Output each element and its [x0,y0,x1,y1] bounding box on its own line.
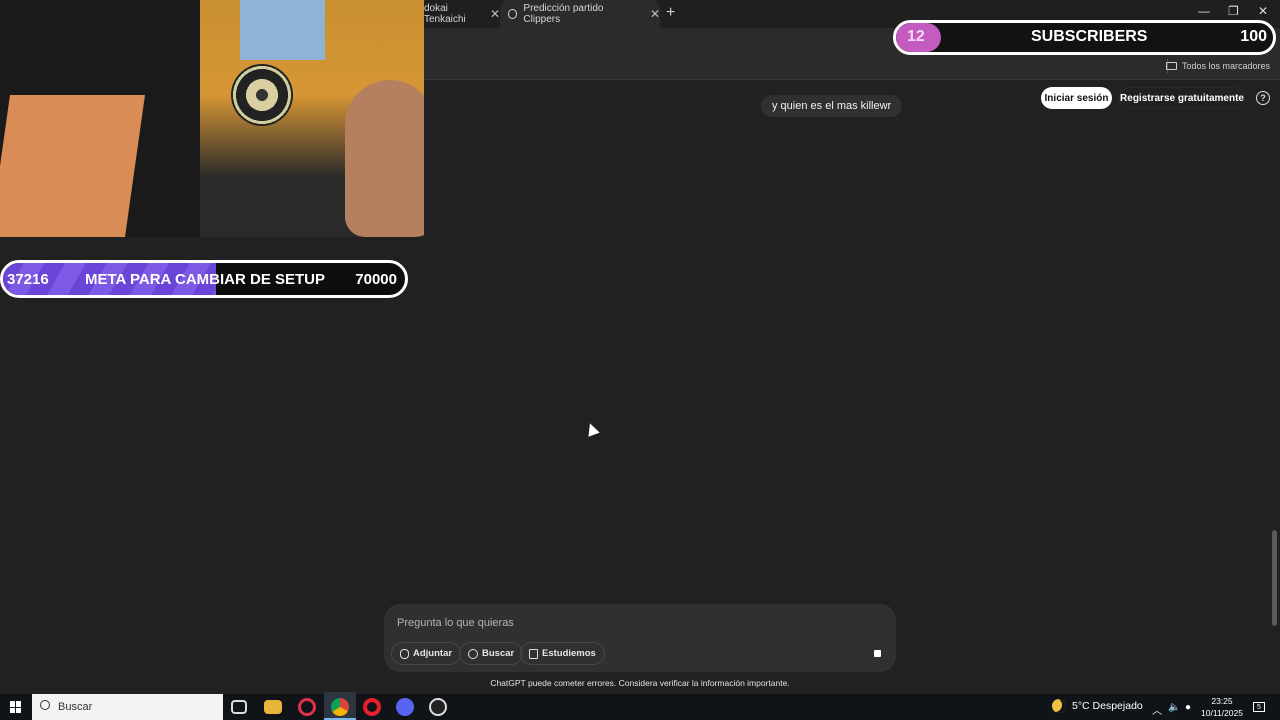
clock[interactable]: 23:25 10/11/2025 [1199,695,1245,719]
signup-button[interactable]: Registrarse gratuitamente [1119,87,1245,109]
subscriber-current: 12 [907,28,925,45]
search-icon [40,700,50,710]
subscriber-title: SUBSCRIBERS [1031,28,1148,45]
webcam-poster [240,0,325,60]
obs-icon[interactable] [429,698,447,716]
tab-prediccion[interactable]: Predicción partido Clippers ✕ [500,0,660,28]
chrome-icon[interactable] [331,698,349,716]
tab-label: Predicción partido Clippers [523,3,604,25]
date: 10/11/2025 [1201,708,1243,718]
chevron-up-icon[interactable]: ︿ [1152,702,1162,717]
close-icon[interactable]: ✕ [650,7,660,21]
attach-button[interactable]: Adjuntar [391,642,462,665]
subscriber-progress-bar: 12 SUBSCRIBERS 100 [893,20,1276,55]
tab-tenkaichi[interactable]: dokai Tenkaichi ✕ [424,0,500,28]
close-icon[interactable]: ✕ [490,7,500,21]
window-close-button[interactable]: ✕ [1258,4,1268,18]
search-label: Buscar [482,648,515,659]
windows-start-icon[interactable] [10,701,22,713]
book-icon [529,648,538,659]
file-explorer-icon[interactable] [264,700,282,714]
search-button[interactable]: Buscar [459,642,524,665]
subscriber-target: 100 [1240,28,1267,45]
webcam-pc-case [0,95,145,237]
weather-label: 5°C Despejado [1072,700,1143,712]
prompt-input[interactable] [397,615,857,631]
stop-button[interactable] [866,642,888,664]
time: 23:25 [1211,696,1233,706]
scrollbar[interactable] [1272,530,1277,626]
notifications-icon[interactable]: 5 [1253,702,1265,712]
stop-icon [873,649,881,657]
dartboard [231,64,293,126]
streamer [345,80,424,237]
weather-widget[interactable]: 5°C Despejado [1052,699,1143,713]
all-bookmarks-button[interactable]: Todos los marcadores [1165,61,1270,71]
help-icon[interactable]: ? [1256,91,1270,105]
speaker-icon[interactable]: 🔈 [1168,702,1180,713]
taskbar-search[interactable]: Buscar [32,694,223,720]
minimize-button[interactable]: — [1198,4,1210,18]
webcam-overlay [0,0,424,237]
restore-button[interactable]: ❐ [1228,4,1239,18]
goal-progress-bar: 37216 META PARA CAMBIAR DE SETUP 70000 [0,260,408,298]
moon-icon [1052,699,1066,713]
paperclip-icon [400,648,409,659]
opera-icon[interactable] [363,698,381,716]
all-bookmarks-label: Todos los marcadores [1181,61,1270,71]
task-view-icon[interactable] [231,700,247,714]
study-label: Estudiemos [542,648,596,659]
opera-gx-icon[interactable] [298,698,316,716]
discord-icon[interactable] [396,698,414,716]
goal-target: 70000 [355,271,397,288]
attach-label: Adjuntar [413,648,453,659]
disclaimer: ChatGPT puede cometer errores. Considera… [490,678,790,688]
goal-title: META PARA CAMBIAR DE SETUP [85,271,325,288]
login-button[interactable]: Iniciar sesión [1041,87,1112,109]
user-message-bubble: y quien es el mas killewr [761,95,903,117]
microphone-icon[interactable]: ● [1185,702,1191,713]
goal-current: 37216 [7,271,49,288]
folder-icon [1165,62,1177,70]
globe-icon [468,648,478,659]
mouse-cursor [584,421,600,437]
study-button[interactable]: Estudiemos [520,642,605,665]
tab-label: dokai Tenkaichi [424,3,466,25]
globe-icon [508,9,518,19]
new-tab-button[interactable]: + [666,4,675,22]
